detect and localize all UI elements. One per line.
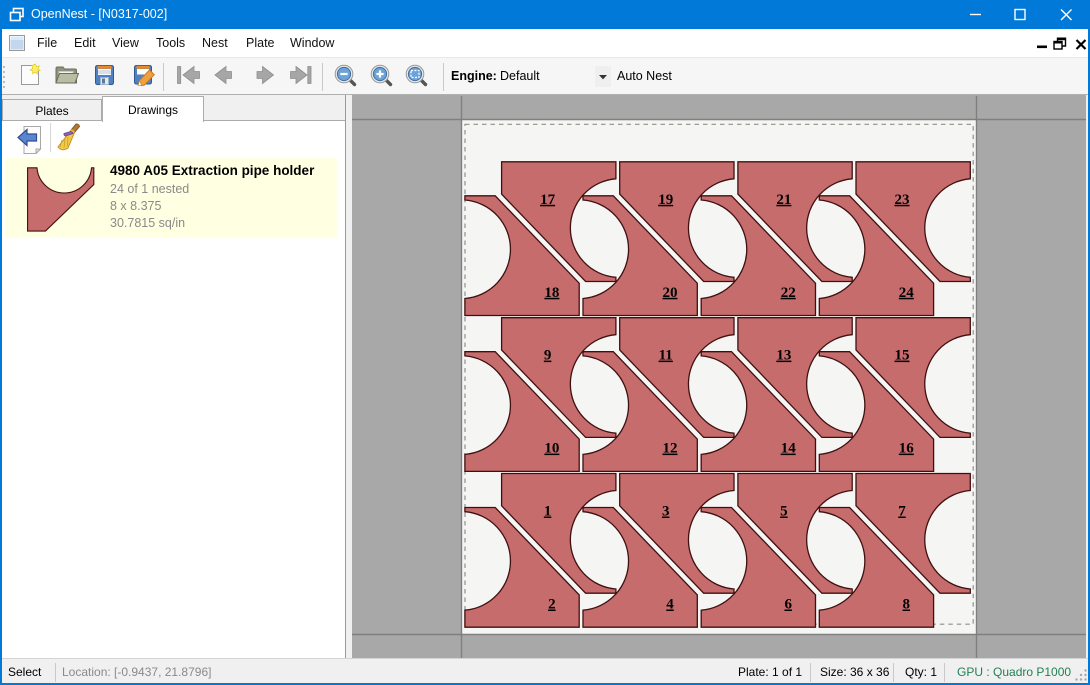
svg-text:23: 23 — [895, 192, 910, 208]
svg-text:9: 9 — [544, 348, 552, 364]
svg-text:19: 19 — [658, 192, 673, 208]
svg-text:4: 4 — [666, 597, 674, 613]
svg-text:22: 22 — [781, 285, 796, 301]
svg-text:8: 8 — [903, 597, 911, 613]
svg-text:15: 15 — [895, 348, 910, 364]
svg-text:20: 20 — [663, 285, 678, 301]
svg-text:24: 24 — [899, 285, 915, 301]
svg-text:5: 5 — [780, 504, 788, 520]
svg-text:21: 21 — [776, 192, 791, 208]
svg-text:12: 12 — [663, 441, 678, 457]
svg-text:6: 6 — [784, 597, 792, 613]
svg-text:16: 16 — [899, 441, 915, 457]
svg-text:2: 2 — [548, 597, 556, 613]
svg-text:18: 18 — [544, 285, 559, 301]
svg-text:7: 7 — [898, 504, 906, 520]
svg-text:17: 17 — [540, 192, 556, 208]
svg-text:10: 10 — [544, 441, 559, 457]
svg-text:14: 14 — [781, 441, 797, 457]
svg-text:13: 13 — [776, 348, 791, 364]
svg-text:1: 1 — [544, 504, 552, 520]
svg-text:3: 3 — [662, 504, 670, 520]
svg-text:11: 11 — [659, 348, 673, 364]
